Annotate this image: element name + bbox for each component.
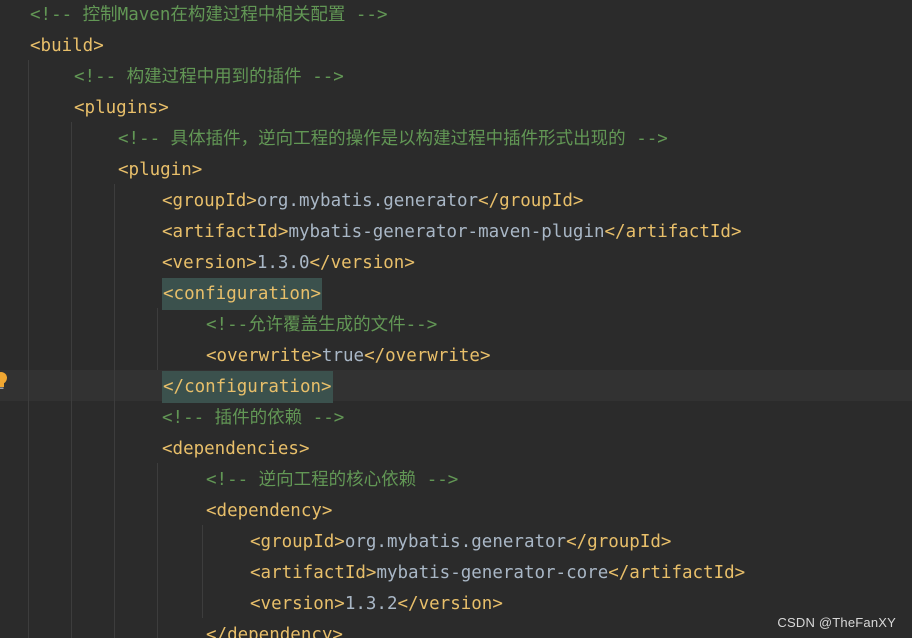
code-line[interactable]: <build>	[30, 31, 104, 62]
matched-xml-tag: </configuration>	[162, 371, 333, 403]
comment-text: <!-- 具体插件，逆向工程的操作是以构建过程中插件形式出现的 -->	[118, 129, 668, 149]
code-line[interactable]: <configuration>	[162, 278, 323, 310]
xml-close-tag: </version>	[397, 594, 503, 614]
code-line[interactable]: </configuration>	[162, 371, 333, 403]
xml-tag: <build>	[30, 36, 104, 56]
xml-open-tag: <artifactId>	[250, 563, 377, 583]
xml-tag: <plugin>	[118, 160, 203, 180]
xml-close-tag: </artifactId>	[604, 222, 742, 242]
xml-close-tag: </overwrite>	[364, 346, 491, 366]
indent-guide	[157, 463, 158, 638]
comment-text: <!--允许覆盖生成的文件-->	[206, 315, 438, 335]
comment-line[interactable]: <!-- 控制Maven在构建过程中相关配置 -->	[30, 0, 388, 31]
comment-text: <!-- 构建过程中用到的插件 -->	[74, 67, 344, 87]
code-line[interactable]: <groupId>org.mybatis.generator</groupId>	[250, 527, 671, 558]
code-line[interactable]: </dependency>	[206, 620, 343, 638]
current-line-highlight	[0, 370, 912, 401]
comment-line[interactable]: <!-- 构建过程中用到的插件 -->	[74, 62, 344, 93]
xml-close-tag: </artifactId>	[608, 563, 746, 583]
comment-line[interactable]: <!-- 具体插件，逆向工程的操作是以构建过程中插件形式出现的 -->	[118, 124, 668, 155]
comment-line[interactable]: <!-- 插件的依赖 -->	[162, 403, 344, 434]
code-line[interactable]: <artifactId>mybatis-generator-core</arti…	[250, 558, 745, 589]
xml-tag: <dependency>	[206, 501, 333, 521]
comment-text: <!-- 控制Maven在构建过程中相关配置 -->	[30, 5, 388, 25]
indent-guide	[71, 122, 72, 638]
xml-value: 1.3.0	[256, 253, 310, 273]
xml-close-tag: </groupId>	[478, 191, 584, 211]
comment-text: <!-- 逆向工程的核心依赖 -->	[206, 470, 459, 490]
xml-value: mybatis-generator-maven-plugin	[288, 222, 605, 242]
xml-tag: </dependency>	[206, 625, 343, 638]
lightbulb-icon[interactable]	[0, 372, 7, 390]
matched-xml-tag: <configuration>	[162, 278, 323, 310]
indent-guide	[114, 184, 115, 638]
xml-tag: <plugins>	[74, 98, 169, 118]
indent-guide	[202, 525, 203, 618]
xml-open-tag: <overwrite>	[206, 346, 322, 366]
watermark: CSDN @TheFanXY	[777, 615, 896, 630]
code-line[interactable]: <overwrite>true</overwrite>	[206, 341, 491, 372]
xml-value: org.mybatis.generator	[256, 191, 479, 211]
xml-open-tag: <groupId>	[250, 532, 345, 552]
code-line[interactable]: <plugin>	[118, 155, 202, 186]
xml-close-tag: </groupId>	[566, 532, 672, 552]
xml-open-tag: <version>	[250, 594, 345, 614]
xml-close-tag: </version>	[309, 253, 415, 273]
indent-guide	[28, 60, 29, 638]
comment-text: <!-- 插件的依赖 -->	[162, 408, 345, 428]
code-line[interactable]: <dependency>	[206, 496, 332, 527]
xml-value: mybatis-generator-core	[376, 563, 609, 583]
code-line[interactable]: <artifactId>mybatis-generator-maven-plug…	[162, 217, 741, 248]
code-line[interactable]: <dependencies>	[162, 434, 310, 465]
code-line[interactable]: <plugins>	[74, 93, 169, 124]
xml-open-tag: <version>	[162, 253, 257, 273]
xml-open-tag: <groupId>	[162, 191, 257, 211]
code-line[interactable]: <groupId>org.mybatis.generator</groupId>	[162, 186, 583, 217]
code-line[interactable]: <version>1.3.0</version>	[162, 248, 415, 279]
xml-value: org.mybatis.generator	[344, 532, 567, 552]
comment-line[interactable]: <!-- 逆向工程的核心依赖 -->	[206, 465, 458, 496]
xml-open-tag: <artifactId>	[162, 222, 289, 242]
code-editor[interactable]: <!-- 控制Maven在构建过程中相关配置 --> <build> <!-- 构建…	[0, 0, 912, 638]
indent-guide	[157, 308, 158, 370]
xml-value: 1.3.2	[344, 594, 398, 614]
comment-line[interactable]: <!--允许覆盖生成的文件-->	[206, 310, 437, 341]
code-line[interactable]: <version>1.3.2</version>	[250, 589, 503, 620]
xml-tag: <dependencies>	[162, 439, 310, 459]
xml-value: true	[321, 346, 365, 366]
